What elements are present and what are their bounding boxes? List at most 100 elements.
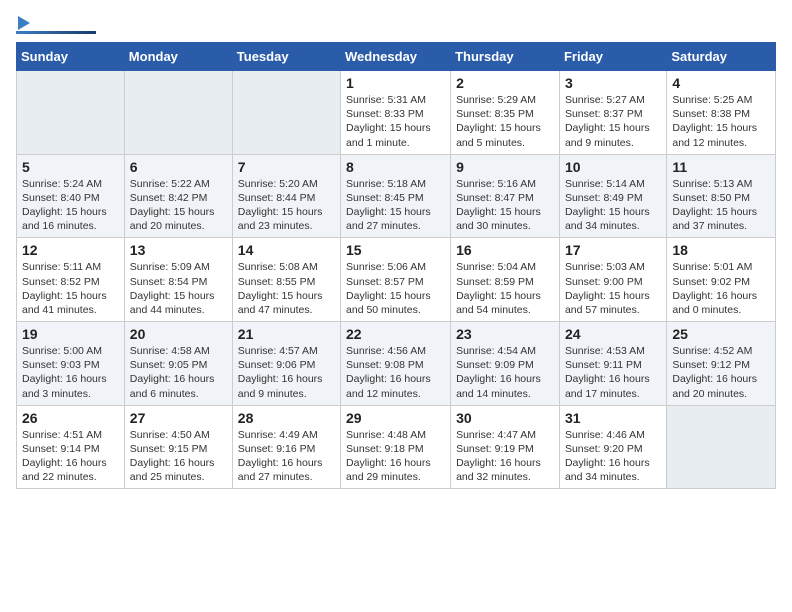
calendar-cell: 5 Sunrise: 5:24 AM Sunset: 8:40 PM Daylig… <box>17 154 125 238</box>
day-number: 5 <box>22 159 119 175</box>
calendar-cell: 7Sunrise: 5:20 AM Sunset: 8:44 PM Daylig… <box>232 154 340 238</box>
calendar-cell: 15 Sunrise: 5:06 AM Sunset: 8:57 PM Dayli… <box>341 238 451 322</box>
day-number: 10 <box>565 159 661 175</box>
day-number: 31 <box>565 410 661 426</box>
day-info: Sunrise: 5:16 AM Sunset: 8:47 PM Dayligh… <box>456 178 541 233</box>
day-info: Sunrise: 5:09 AM Sunset: 8:54 PM Dayligh… <box>130 261 215 316</box>
logo <box>16 16 96 34</box>
day-info: Sunrise: 4:50 AM Sunset: 9:15 PM Dayligh… <box>130 429 215 484</box>
day-number: 28 <box>238 410 335 426</box>
calendar-week-5: 26Sunrise: 4:51 AM Sunset: 9:14 PM Dayli… <box>17 405 776 489</box>
day-info: Sunrise: 5:00 AM Sunset: 9:03 PM Dayligh… <box>22 345 107 400</box>
day-number: 24 <box>565 326 661 342</box>
calendar-cell: 20Sunrise: 4:58 AM Sunset: 9:05 PM Dayli… <box>124 322 232 406</box>
day-number: 2 <box>456 75 554 91</box>
calendar-cell: 8 Sunrise: 5:18 AM Sunset: 8:45 PM Daylig… <box>341 154 451 238</box>
calendar-cell: 13 Sunrise: 5:09 AM Sunset: 8:54 PM Dayli… <box>124 238 232 322</box>
day-number: 30 <box>456 410 554 426</box>
calendar-cell: 2Sunrise: 5:29 AM Sunset: 8:35 PM Daylig… <box>451 71 560 155</box>
day-info: Sunrise: 5:04 AM Sunset: 8:59 PM Dayligh… <box>456 261 541 316</box>
day-number: 27 <box>130 410 227 426</box>
day-number: 9 <box>456 159 554 175</box>
calendar-cell: 18 Sunrise: 5:01 AM Sunset: 9:02 PM Dayli… <box>667 238 776 322</box>
calendar-cell: 27 Sunrise: 4:50 AM Sunset: 9:15 PM Dayli… <box>124 405 232 489</box>
calendar-cell: 21 Sunrise: 4:57 AM Sunset: 9:06 PM Dayli… <box>232 322 340 406</box>
day-number: 14 <box>238 242 335 258</box>
calendar-week-4: 19 Sunrise: 5:00 AM Sunset: 9:03 PM Dayli… <box>17 322 776 406</box>
day-info: Sunrise: 4:56 AM Sunset: 9:08 PM Dayligh… <box>346 345 431 400</box>
calendar-week-3: 12 Sunrise: 5:11 AM Sunset: 8:52 PM Dayli… <box>17 238 776 322</box>
calendar-cell: 17Sunrise: 5:03 AM Sunset: 9:00 PM Dayli… <box>559 238 666 322</box>
day-number: 11 <box>672 159 770 175</box>
calendar-cell: 23Sunrise: 4:54 AM Sunset: 9:09 PM Dayli… <box>451 322 560 406</box>
day-info: Sunrise: 4:53 AM Sunset: 9:11 PM Dayligh… <box>565 345 650 400</box>
calendar-cell: 24 Sunrise: 4:53 AM Sunset: 9:11 PM Dayli… <box>559 322 666 406</box>
calendar-cell: 29 Sunrise: 4:48 AM Sunset: 9:18 PM Dayli… <box>341 405 451 489</box>
weekday-header-tuesday: Tuesday <box>232 43 340 71</box>
day-info: Sunrise: 4:48 AM Sunset: 9:18 PM Dayligh… <box>346 429 431 484</box>
day-number: 16 <box>456 242 554 258</box>
logo-underline <box>16 31 96 34</box>
calendar-cell: 22 Sunrise: 4:56 AM Sunset: 9:08 PM Dayli… <box>341 322 451 406</box>
day-info: Sunrise: 5:13 AM Sunset: 8:50 PM Dayligh… <box>672 178 757 233</box>
calendar-week-2: 5 Sunrise: 5:24 AM Sunset: 8:40 PM Daylig… <box>17 154 776 238</box>
day-number: 1 <box>346 75 445 91</box>
calendar-cell: 25Sunrise: 4:52 AM Sunset: 9:12 PM Dayli… <box>667 322 776 406</box>
calendar-cell: 31 Sunrise: 4:46 AM Sunset: 9:20 PM Dayli… <box>559 405 666 489</box>
calendar-cell <box>667 405 776 489</box>
day-info: Sunrise: 5:20 AM Sunset: 8:44 PM Dayligh… <box>238 178 323 233</box>
day-number: 21 <box>238 326 335 342</box>
day-number: 20 <box>130 326 227 342</box>
weekday-header-sunday: Sunday <box>17 43 125 71</box>
day-number: 13 <box>130 242 227 258</box>
day-info: Sunrise: 5:01 AM Sunset: 9:02 PM Dayligh… <box>672 261 757 316</box>
weekday-header-monday: Monday <box>124 43 232 71</box>
logo-arrow-icon <box>18 16 30 30</box>
calendar-cell: 26Sunrise: 4:51 AM Sunset: 9:14 PM Dayli… <box>17 405 125 489</box>
calendar-week-1: 1 Sunrise: 5:31 AM Sunset: 8:33 PM Daylig… <box>17 71 776 155</box>
calendar-cell: 1 Sunrise: 5:31 AM Sunset: 8:33 PM Daylig… <box>341 71 451 155</box>
day-number: 8 <box>346 159 445 175</box>
day-info: Sunrise: 5:03 AM Sunset: 9:00 PM Dayligh… <box>565 261 650 316</box>
calendar-cell: 9 Sunrise: 5:16 AM Sunset: 8:47 PM Daylig… <box>451 154 560 238</box>
day-info: Sunrise: 4:46 AM Sunset: 9:20 PM Dayligh… <box>565 429 650 484</box>
day-number: 4 <box>672 75 770 91</box>
day-info: Sunrise: 5:18 AM Sunset: 8:45 PM Dayligh… <box>346 178 431 233</box>
weekday-header-friday: Friday <box>559 43 666 71</box>
calendar-cell: 30 Sunrise: 4:47 AM Sunset: 9:19 PM Dayli… <box>451 405 560 489</box>
calendar-cell: 6 Sunrise: 5:22 AM Sunset: 8:42 PM Daylig… <box>124 154 232 238</box>
calendar-cell: 12 Sunrise: 5:11 AM Sunset: 8:52 PM Dayli… <box>17 238 125 322</box>
day-info: Sunrise: 4:47 AM Sunset: 9:19 PM Dayligh… <box>456 429 541 484</box>
day-info: Sunrise: 4:49 AM Sunset: 9:16 PM Dayligh… <box>238 429 323 484</box>
day-number: 22 <box>346 326 445 342</box>
day-info: Sunrise: 5:14 AM Sunset: 8:49 PM Dayligh… <box>565 178 650 233</box>
weekday-header-row: SundayMondayTuesdayWednesdayThursdayFrid… <box>17 43 776 71</box>
calendar-table: SundayMondayTuesdayWednesdayThursdayFrid… <box>16 42 776 489</box>
day-number: 18 <box>672 242 770 258</box>
calendar-cell: 10 Sunrise: 5:14 AM Sunset: 8:49 PM Dayli… <box>559 154 666 238</box>
day-number: 15 <box>346 242 445 258</box>
weekday-header-wednesday: Wednesday <box>341 43 451 71</box>
calendar-cell <box>124 71 232 155</box>
day-info: Sunrise: 5:31 AM Sunset: 8:33 PM Dayligh… <box>346 94 431 149</box>
day-info: Sunrise: 5:25 AM Sunset: 8:38 PM Dayligh… <box>672 94 757 149</box>
day-number: 12 <box>22 242 119 258</box>
calendar-cell: 28 Sunrise: 4:49 AM Sunset: 9:16 PM Dayli… <box>232 405 340 489</box>
day-number: 6 <box>130 159 227 175</box>
calendar-cell: 11 Sunrise: 5:13 AM Sunset: 8:50 PM Dayli… <box>667 154 776 238</box>
weekday-header-saturday: Saturday <box>667 43 776 71</box>
day-info: Sunrise: 5:08 AM Sunset: 8:55 PM Dayligh… <box>238 261 323 316</box>
day-number: 19 <box>22 326 119 342</box>
day-info: Sunrise: 5:11 AM Sunset: 8:52 PM Dayligh… <box>22 261 107 316</box>
day-info: Sunrise: 5:06 AM Sunset: 8:57 PM Dayligh… <box>346 261 431 316</box>
calendar-cell: 19 Sunrise: 5:00 AM Sunset: 9:03 PM Dayli… <box>17 322 125 406</box>
day-number: 3 <box>565 75 661 91</box>
day-info: Sunrise: 4:57 AM Sunset: 9:06 PM Dayligh… <box>238 345 323 400</box>
calendar-cell: 3 Sunrise: 5:27 AM Sunset: 8:37 PM Daylig… <box>559 71 666 155</box>
day-info: Sunrise: 5:27 AM Sunset: 8:37 PM Dayligh… <box>565 94 650 149</box>
day-info: Sunrise: 5:24 AM Sunset: 8:40 PM Dayligh… <box>22 178 107 233</box>
day-info: Sunrise: 5:22 AM Sunset: 8:42 PM Dayligh… <box>130 178 215 233</box>
day-number: 29 <box>346 410 445 426</box>
calendar-cell: 4 Sunrise: 5:25 AM Sunset: 8:38 PM Daylig… <box>667 71 776 155</box>
calendar-cell: 16 Sunrise: 5:04 AM Sunset: 8:59 PM Dayli… <box>451 238 560 322</box>
